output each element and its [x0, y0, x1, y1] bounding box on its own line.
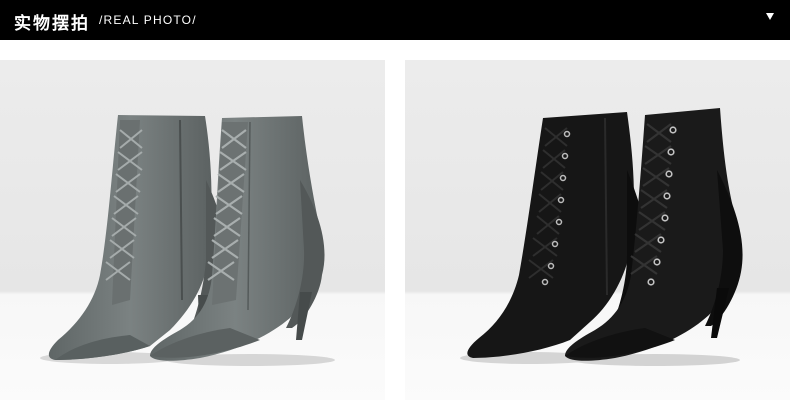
- section-header: 实物摆拍 /REAL PHOTO/: [0, 0, 790, 40]
- section-subtitle: /REAL PHOTO/: [99, 13, 197, 27]
- grey-boots-photo: [0, 60, 385, 400]
- caret-down-icon[interactable]: [766, 13, 774, 20]
- black-boots-photo: [405, 60, 790, 400]
- section-title: 实物摆拍: [14, 14, 90, 34]
